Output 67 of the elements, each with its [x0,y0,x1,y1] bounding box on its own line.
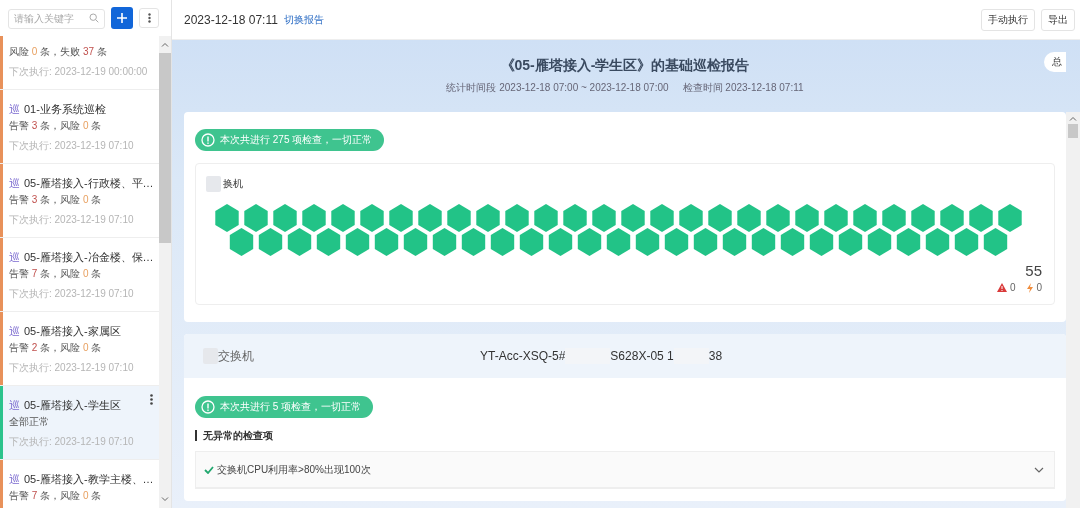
device-suffix: 38 [708,349,723,363]
task-status: 告警 7 条，风险 0 条 [9,489,103,503]
task-title: 巡 05-雁塔接入-冶金楼、保… [9,250,154,265]
toolbar-button[interactable]: 导出 [1041,8,1075,31]
info-icon [201,133,215,147]
switch-report-link[interactable]: 切换报告 [283,12,324,27]
task-status: 告警 7 条，风险 0 条 [9,267,103,281]
device-total: 55 [1025,262,1042,279]
task-item[interactable]: 巡 01-业务系统巡检 告警 3 条，风险 0 条 下次执行: 2023-12-19 07:10 [0,90,159,164]
task-status: 风险 0 条，失败 37 条 [9,45,108,59]
scrollbar[interactable] [1066,112,1080,508]
device-check-text: 本次共进行 5 项检查，一切正常 [220,400,362,414]
next-run-text: 下次执行: 2023-12-19 07:10 [9,139,135,153]
next-run-text: 下次执行: 2023-12-19 00:00:00 [9,65,149,79]
task-item[interactable]: 巡 05-雁塔接入-家属区 告警 2 条，风险 0 条 下次执行: 2023-12-19 07:10 [0,312,159,386]
next-run-text: 下次执行: 2023-12-19 07:10 [9,361,135,375]
device-hostname: YT-Acc-XSQ-5# [480,349,566,363]
next-run-text: 下次执行: 2023-12-19 07:10 [9,213,135,227]
redaction-block [206,176,221,192]
check-time-text: 检查时间 2023-12-18 07:11 [682,81,804,95]
scrollbar-thumb[interactable] [159,53,171,243]
more-button[interactable] [139,8,159,28]
task-item[interactable]: 巡 05-雁塔接入-冶金楼、保… 告警 7 条，风险 0 条 下次执行: 2023-12-19 07:10 [0,238,159,312]
task-status: 告警 3 条，风险 0 条 [9,193,103,207]
device-model: S628X-05 1 [610,349,674,363]
task-status: 告警 3 条，风险 0 条 [9,119,103,133]
task-title: 巡 05-雁塔接入-教学主楼、… [9,472,154,487]
risk-count: 0 [1036,282,1042,293]
check-icon [204,465,214,474]
task-item[interactable]: 巡 05-雁塔接入-行政楼、平… 告警 3 条，风险 0 条 下次执行: 2023-12-19 07:10 [0,164,159,238]
scrollbar-thumb[interactable] [1068,124,1078,138]
next-run-text: 下次执行: 2023-12-19 07:10 [9,287,135,301]
task-item[interactable]: 巡 05-雁塔接入-学生区 全部正常 下次执行: 2023-12-19 07:10 [0,386,159,460]
section-title: 无异常的检查项 [195,430,1055,441]
report-time: 2023-12-18 07:11 [184,12,278,27]
overview-button[interactable]: 总 [1044,52,1066,72]
alarm-count: 0 [1009,282,1016,293]
next-run-text: 下次执行: 2023-12-19 07:10 [9,435,135,449]
search-field[interactable]: 请输入关键字 [8,8,105,29]
panel-title: 换机 [223,177,243,191]
task-title: 巡 05-雁塔接入-学生区 [9,398,121,413]
lightning-icon [1027,282,1034,293]
check-row[interactable]: 交换机CPU利用率>80%出现100次 [196,452,1054,488]
info-icon [201,400,215,414]
chevron-down-icon[interactable] [1034,466,1044,473]
task-title: 巡 05-雁塔接入-行政楼、平… [9,176,154,191]
scrollbar[interactable] [159,36,171,508]
caret-up-icon[interactable] [161,42,169,47]
report-title: 《05-雁塔接入-学生区》的基础巡检报告 [500,57,750,75]
task-item[interactable]: 风险 0 条，失败 37 条 下次执行: 2023-12-19 00:00:00 [0,36,159,90]
task-status: 告警 2 条，风险 0 条 [9,341,103,355]
add-button[interactable] [111,7,133,29]
more-icon [147,13,151,23]
device-name: 交换机 [218,347,254,365]
warning-icon [996,283,1007,292]
check-label: 交换机CPU利用率>80%出现100次 [217,462,371,477]
summary-text: 本次共进行 275 项检查，一切正常 [220,133,373,147]
task-status: 全部正常 [9,415,50,429]
task-title: 巡 01-业务系统巡检 [9,102,106,117]
search-icon [89,13,99,23]
toolbar-button[interactable]: 手动执行 [981,8,1035,31]
caret-down-icon[interactable] [161,497,169,502]
more-icon[interactable] [150,394,153,405]
caret-up-icon[interactable] [1069,116,1077,121]
plus-icon [117,13,127,23]
period-text: 统计时间段 2023-12-18 07:00 ~ 2023-12-18 07:00 [446,81,669,95]
task-title: 巡 05-雁塔接入-家属区 [9,324,121,339]
